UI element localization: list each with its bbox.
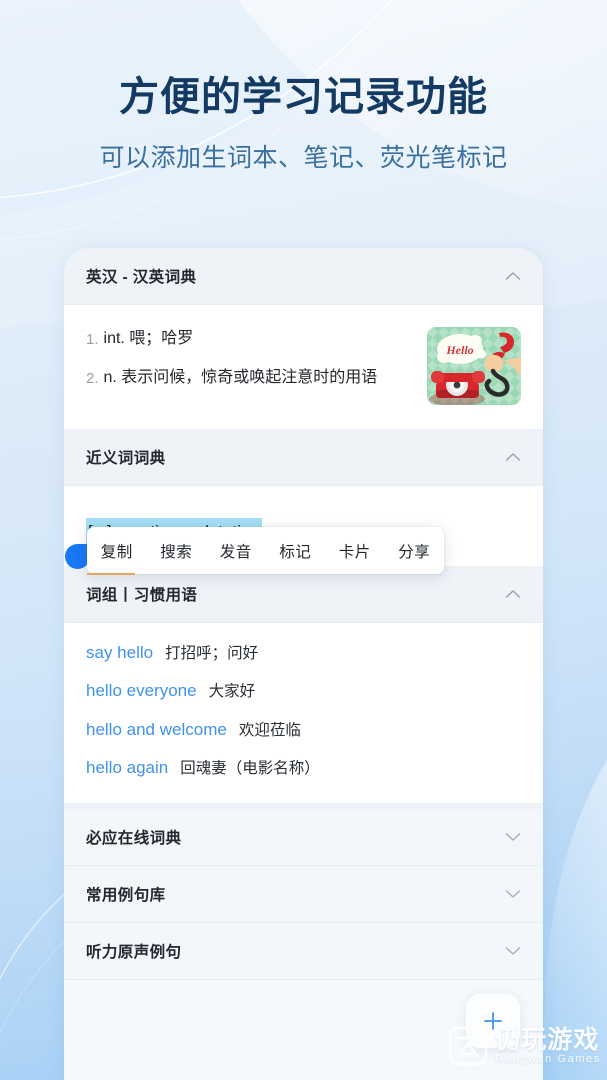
context-menu-item-mark[interactable]: 标记: [277, 540, 313, 562]
chevron-down-icon[interactable]: [505, 832, 521, 842]
list-item[interactable]: hello again 回魂妻（电影名称）: [86, 756, 521, 781]
phrase-chinese: 打招呼；问好: [165, 644, 259, 662]
section-header-audio-examples[interactable]: 听力原声例句: [64, 923, 543, 981]
dictionary-body: 1. int. 喂；哈罗 2. n. 表示问候，惊奇或唤起注意时的用语 Hell…: [64, 305, 543, 429]
section-header-example-sentences[interactable]: 常用例句库: [64, 866, 543, 924]
phrase-english: say hello: [86, 642, 154, 662]
chevron-up-icon[interactable]: [505, 271, 521, 281]
section-header-bing-dictionary[interactable]: 必应在线词典: [64, 809, 543, 867]
section-title-synonyms: 近义词词典: [86, 450, 166, 467]
context-menu-item-share[interactable]: 分享: [396, 540, 432, 562]
list-item[interactable]: hello and welcome 欢迎莅临: [86, 718, 521, 743]
chevron-up-icon[interactable]: [505, 452, 521, 462]
list-item[interactable]: say hello 打招呼；问好: [86, 641, 521, 666]
section-title-phrases: 词组丨习惯用语: [86, 586, 198, 604]
phrase-english: hello and welcome: [86, 719, 227, 739]
chevron-down-icon[interactable]: [505, 889, 521, 899]
section-title-audio-examples: 听力原声例句: [86, 944, 182, 962]
list-item[interactable]: hello everyone 大家好: [86, 679, 521, 704]
phrase-chinese: 回魂妻（电影名称）: [180, 760, 320, 778]
hero-section: 方便的学习记录功能 可以添加生词本、笔记、荧光笔标记: [0, 72, 607, 174]
phone-mockup: 英汉 - 汉英词典 1. int. 喂；哈罗 2. n. 表示问候，惊奇或唤起注…: [64, 248, 543, 1080]
phrase-english: hello again: [86, 758, 169, 778]
context-menu-item-card[interactable]: 卡片: [337, 540, 373, 562]
page-subtitle: 可以添加生词本、笔记、荧光笔标记: [99, 144, 508, 172]
add-button[interactable]: [466, 994, 520, 1048]
section-title-bing-dictionary: 必应在线词典: [86, 830, 182, 848]
definition-item: 1. int. 喂；哈罗: [86, 327, 415, 352]
chevron-up-icon[interactable]: [505, 589, 521, 599]
page-title: 方便的学习记录功能: [119, 75, 488, 119]
section-title-example-sentences: 常用例句库: [86, 887, 166, 905]
phrase-list: say hello 打招呼；问好 hello everyone 大家好 hell…: [64, 622, 543, 804]
phrase-english: hello everyone: [86, 681, 197, 701]
context-menu-item-copy[interactable]: 复制: [99, 540, 135, 562]
phrase-chinese: 欢迎莅临: [238, 721, 301, 739]
definition-text: n. 表示问候，惊奇或唤起注意时的用语: [103, 368, 378, 386]
text-selection-context-menu[interactable]: 复制 搜索 发音 标记 卡片 分享: [87, 527, 444, 574]
highlight-underline-indicator: [87, 573, 135, 575]
definition-number: 2.: [86, 369, 99, 387]
svg-text:Hello: Hello: [445, 343, 473, 357]
context-menu-item-search[interactable]: 搜索: [158, 540, 194, 562]
section-header-synonyms[interactable]: 近义词词典: [64, 429, 543, 486]
section-title-dictionary: 英汉 - 汉英词典: [86, 269, 197, 286]
app-screen: 英汉 - 汉英词典 1. int. 喂；哈罗 2. n. 表示问候，惊奇或唤起注…: [64, 248, 543, 1080]
definition-list: 1. int. 喂；哈罗 2. n. 表示问候，惊奇或唤起注意时的用语: [86, 325, 415, 391]
chevron-down-icon[interactable]: [505, 946, 521, 956]
context-menu-item-pronounce[interactable]: 发音: [218, 540, 254, 562]
definition-text: int. 喂；哈罗: [103, 330, 194, 347]
definition-item: 2. n. 表示问候，惊奇或唤起注意时的用语: [86, 366, 415, 391]
plus-icon: [484, 1012, 502, 1030]
section-header-phrases[interactable]: 词组丨习惯用语: [64, 565, 543, 623]
section-header-dictionary[interactable]: 英汉 - 汉英词典: [64, 248, 543, 305]
hello-illustration[interactable]: Hello: [427, 327, 521, 405]
definition-number: 1.: [86, 331, 99, 348]
phrase-chinese: 大家好: [208, 683, 256, 701]
